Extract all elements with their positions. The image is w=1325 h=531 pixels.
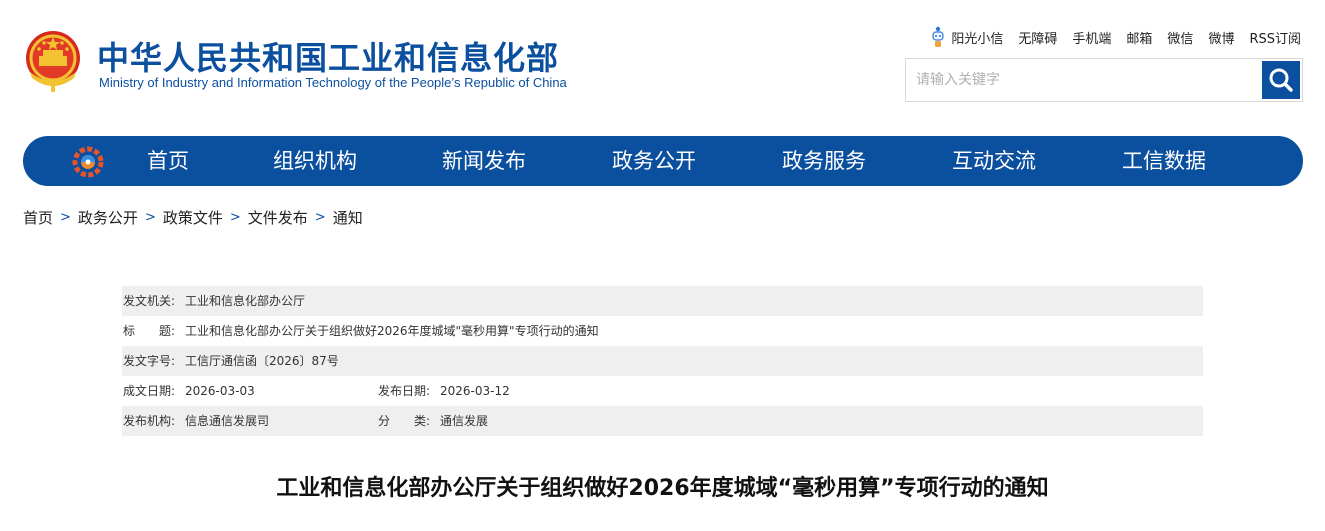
- breadcrumb-policy-documents[interactable]: 政策文件: [163, 207, 223, 228]
- meta-row-org: 发布机构: 信息通信发展司 分 类: 通信发展: [122, 406, 1203, 436]
- meta-row-issuer: 发文机关: 工业和信息化部办公厅: [122, 286, 1203, 316]
- top-link-weibo[interactable]: 微博: [1208, 28, 1234, 47]
- meta-published-label: 发布日期:: [378, 384, 431, 398]
- top-links: 阳光小信 无障碍 手机端 邮箱 微信 微博 RSS订阅: [930, 26, 1301, 48]
- search-box: [905, 58, 1303, 102]
- nav-logo-icon[interactable]: [71, 145, 105, 179]
- meta-row-title: 标 题: 工业和信息化部办公厅关于组织做好2026年度城域"毫秒用算"专项行动的…: [122, 316, 1203, 346]
- meta-issuer-value: 工业和信息化部办公厅: [185, 294, 306, 308]
- breadcrumb: 首页 > 政务公开 > 政策文件 > 文件发布 > 通知: [23, 207, 363, 228]
- breadcrumb-separator: >: [144, 210, 156, 225]
- top-link-rss[interactable]: RSS订阅: [1249, 28, 1301, 47]
- meta-row-doc-number: 发文字号: 工信厅通信函〔2026〕87号: [122, 346, 1203, 376]
- site-subtitle: Ministry of Industry and Information Tec…: [99, 75, 567, 90]
- nav-organization[interactable]: 组织机构: [273, 136, 357, 186]
- site-header: 中华人民共和国工业和信息化部 Ministry of Industry and …: [0, 0, 1325, 120]
- search-input[interactable]: [906, 59, 1262, 101]
- breadcrumb-government-affairs[interactable]: 政务公开: [78, 207, 138, 228]
- meta-org-label: 发布机构:: [123, 414, 176, 428]
- breadcrumb-notice[interactable]: 通知: [333, 207, 363, 228]
- top-link-mobile[interactable]: 手机端: [1072, 28, 1111, 47]
- top-link-yangguang[interactable]: 阳光小信: [930, 26, 1003, 48]
- top-link-email[interactable]: 邮箱: [1126, 28, 1152, 47]
- meta-category-value: 通信发展: [440, 414, 489, 428]
- document-title: 工业和信息化部办公厅关于组织做好2026年度城域“毫秒用算”专项行动的通知: [276, 476, 1049, 501]
- nav-interaction[interactable]: 互动交流: [952, 136, 1036, 186]
- top-link-label: 阳光小信: [951, 31, 1004, 47]
- breadcrumb-home[interactable]: 首页: [23, 207, 53, 228]
- meta-created-label: 成文日期:: [123, 384, 176, 398]
- robot-icon: [932, 26, 944, 47]
- meta-doc-number-value: 工信厅通信函〔2026〕87号: [185, 354, 339, 368]
- breadcrumb-separator: >: [314, 210, 326, 225]
- document-meta-table: 发文机关: 工业和信息化部办公厅 标 题: 工业和信息化部办公厅关于组织做好20…: [122, 286, 1203, 436]
- meta-issuer-label: 发文机关:: [123, 294, 176, 308]
- site-title[interactable]: 中华人民共和国工业和信息化部: [97, 33, 559, 79]
- meta-created-value: 2026-03-03: [185, 384, 255, 398]
- meta-row-dates: 成文日期: 2026-03-03 发布日期: 2026-03-12: [122, 376, 1203, 406]
- nav-news[interactable]: 新闻发布: [442, 136, 526, 186]
- meta-title-value: 工业和信息化部办公厅关于组织做好2026年度城域"毫秒用算"专项行动的通知: [185, 324, 599, 338]
- nav-services[interactable]: 政务服务: [782, 136, 866, 186]
- meta-published-value: 2026-03-12: [440, 384, 510, 398]
- meta-org-value: 信息通信发展司: [185, 414, 270, 428]
- meta-title-label: 标 题:: [123, 324, 176, 338]
- top-link-accessibility[interactable]: 无障碍: [1018, 28, 1057, 47]
- meta-category-label: 分 类:: [378, 414, 431, 428]
- search-button[interactable]: [1262, 61, 1300, 99]
- top-link-wechat[interactable]: 微信: [1167, 28, 1193, 47]
- breadcrumb-document-release[interactable]: 文件发布: [248, 207, 308, 228]
- main-nav: 首页 组织机构 新闻发布 政务公开 政务服务 互动交流 工信数据: [23, 136, 1303, 186]
- nav-data[interactable]: 工信数据: [1122, 136, 1206, 186]
- nav-home[interactable]: 首页: [147, 136, 189, 186]
- breadcrumb-separator: >: [60, 210, 71, 225]
- nav-government-affairs[interactable]: 政务公开: [612, 136, 696, 186]
- national-emblem-icon[interactable]: [22, 28, 84, 94]
- breadcrumb-separator: >: [229, 210, 241, 225]
- meta-doc-number-label: 发文字号:: [123, 354, 176, 368]
- search-icon: [1269, 68, 1293, 92]
